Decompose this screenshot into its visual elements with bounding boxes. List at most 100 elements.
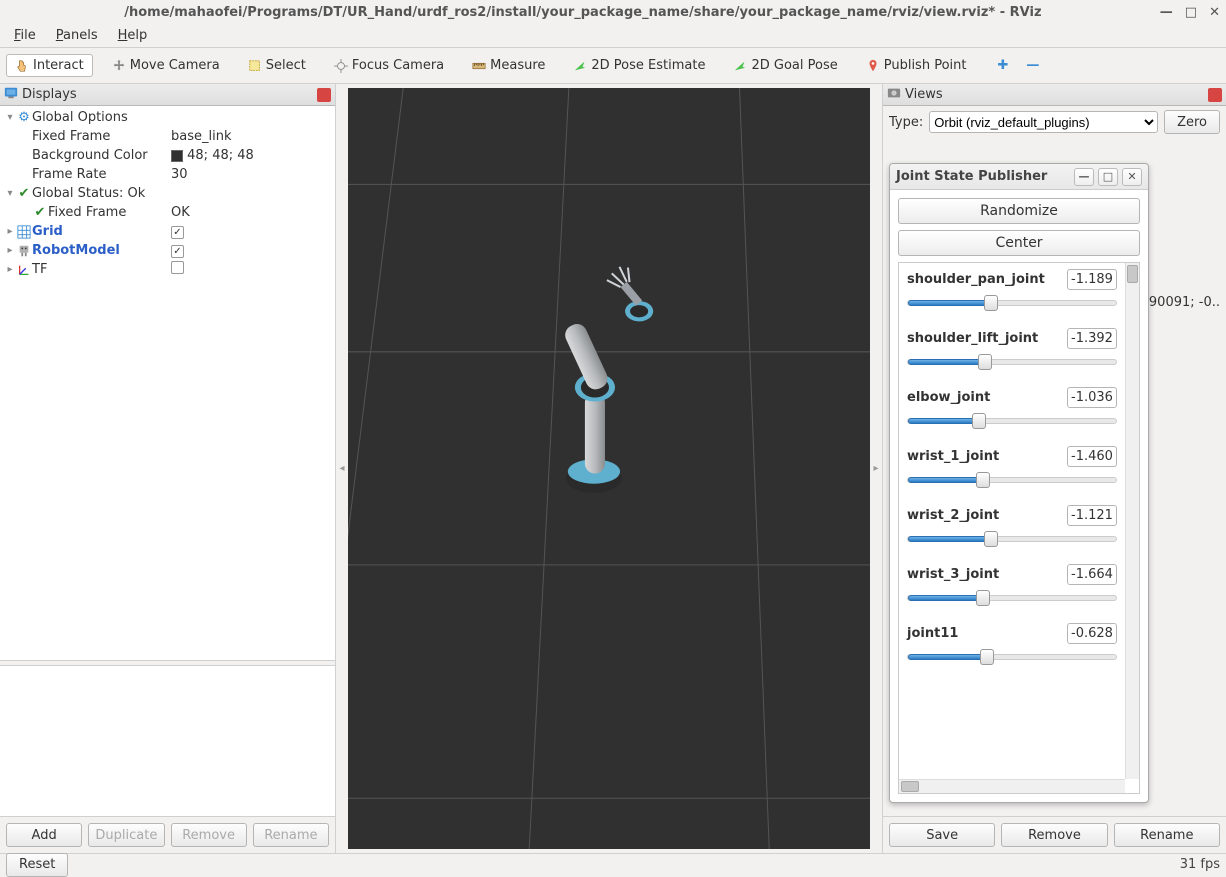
views-type-label: Type: <box>889 115 923 130</box>
menu-file[interactable]: File <box>6 26 44 45</box>
jsp-scrollbar-horizontal[interactable] <box>899 779 1125 793</box>
tree-row-fixed-frame-status[interactable]: ✔ Fixed Frame OK <box>0 203 335 222</box>
tf-axes-icon <box>16 263 32 277</box>
joint-value-input[interactable]: -1.664 <box>1067 564 1117 585</box>
tool-2d-goal-pose[interactable]: 2D Goal Pose <box>724 54 846 77</box>
joint-value-input[interactable]: -0.628 <box>1067 623 1117 644</box>
tree-row-bg-color[interactable]: Background Color 48; 48; 48 <box>0 146 335 165</box>
joint-slider[interactable] <box>907 359 1117 365</box>
reset-button[interactable]: Reset <box>6 853 68 877</box>
menubar: File Panels Help <box>0 24 1226 48</box>
joint-row: wrist_3_joint-1.664 <box>907 564 1117 601</box>
joint-row: elbow_joint-1.036 <box>907 387 1117 424</box>
map-pin-icon <box>866 59 880 73</box>
tree-row-grid[interactable]: ▸ Grid ✓ <box>0 222 335 241</box>
tool-2d-pose-estimate[interactable]: 2D Pose Estimate <box>564 54 714 77</box>
jsp-maximize-icon[interactable]: □ <box>1098 168 1118 186</box>
tf-checkbox[interactable] <box>171 261 184 274</box>
joint-slider[interactable] <box>907 595 1117 601</box>
tool-interact-label: Interact <box>33 58 84 73</box>
joint-value-input[interactable]: -1.121 <box>1067 505 1117 526</box>
joint-row: shoulder_pan_joint-1.189 <box>907 269 1117 306</box>
displays-panel-header[interactable]: Displays <box>0 84 335 106</box>
menu-panels[interactable]: Panels <box>48 26 106 45</box>
jsp-sliders-area: shoulder_pan_joint-1.189 shoulder_lift_jo… <box>898 262 1140 794</box>
select-icon <box>248 59 262 73</box>
tree-row-global-status[interactable]: ▾ ✔ Global Status: Ok <box>0 184 335 203</box>
joint-name: wrist_2_joint <box>907 508 999 523</box>
joint-row: joint11 -0.628 <box>907 623 1117 660</box>
grid-checkbox[interactable]: ✓ <box>171 226 184 239</box>
tool-publish-point[interactable]: Publish Point <box>857 54 976 77</box>
add-button[interactable]: Add <box>6 823 82 847</box>
tree-row-tf[interactable]: ▸ TF <box>0 260 335 279</box>
joint-state-publisher-window[interactable]: Joint State Publisher — □ ✕ Randomize Ce… <box>889 163 1149 803</box>
views-close-icon[interactable] <box>1208 88 1222 102</box>
tool-select-label: Select <box>266 58 306 73</box>
jsp-close-icon[interactable]: ✕ <box>1122 168 1142 186</box>
jsp-minimize-icon[interactable]: — <box>1074 168 1094 186</box>
duplicate-button[interactable]: Duplicate <box>88 823 164 847</box>
tool-measure-label: Measure <box>490 58 545 73</box>
views-zero-button[interactable]: Zero <box>1164 110 1220 134</box>
robotmodel-checkbox[interactable]: ✓ <box>171 245 184 258</box>
window-minimize-icon[interactable]: — <box>1160 5 1173 20</box>
tool-move-camera[interactable]: Move Camera <box>103 54 229 77</box>
joint-value-input[interactable]: -1.189 <box>1067 269 1117 290</box>
grid-icon <box>16 225 32 239</box>
tool-publish-point-label: Publish Point <box>884 58 967 73</box>
tool-select[interactable]: Select <box>239 54 315 77</box>
toolbar: Interact Move Camera Select Focus Camera… <box>0 48 1226 84</box>
3d-viewport[interactable] <box>348 88 870 849</box>
tree-row-global-options[interactable]: ▾ ⚙ Global Options <box>0 108 335 127</box>
window-close-icon[interactable]: ✕ <box>1209 5 1220 20</box>
views-type-select[interactable]: Orbit (rviz_default_plugins) <box>929 111 1158 133</box>
remove-button[interactable]: Remove <box>171 823 247 847</box>
ruler-icon <box>472 59 486 73</box>
check-icon: ✔ <box>16 186 32 201</box>
move-icon <box>112 59 126 73</box>
views-rename-button[interactable]: Rename <box>1114 823 1220 847</box>
robot-icon <box>16 244 32 258</box>
tool-measure[interactable]: Measure <box>463 54 554 77</box>
displays-panel-title: Displays <box>22 87 77 102</box>
minus-icon[interactable]: — <box>1026 58 1039 73</box>
displays-close-icon[interactable] <box>317 88 331 102</box>
gear-icon: ⚙ <box>16 110 32 125</box>
displays-tree[interactable]: ▾ ⚙ Global Options Fixed Frame base_link… <box>0 106 335 660</box>
joint-value-input[interactable]: -1.460 <box>1067 446 1117 467</box>
tool-interact[interactable]: Interact <box>6 54 93 77</box>
joint-value-input[interactable]: -1.392 <box>1067 328 1117 349</box>
joint-slider[interactable] <box>907 418 1117 424</box>
tree-row-frame-rate[interactable]: Frame Rate 30 <box>0 165 335 184</box>
displays-description <box>0 666 335 816</box>
jsp-center-button[interactable]: Center <box>898 230 1140 256</box>
tool-2d-goal-pose-label: 2D Goal Pose <box>751 58 837 73</box>
jsp-randomize-button[interactable]: Randomize <box>898 198 1140 224</box>
joint-slider[interactable] <box>907 654 1117 660</box>
jsp-titlebar[interactable]: Joint State Publisher — □ ✕ <box>890 164 1148 190</box>
joint-slider[interactable] <box>907 300 1117 306</box>
jsp-scrollbar-vertical[interactable] <box>1125 263 1139 779</box>
joint-slider[interactable] <box>907 536 1117 542</box>
collapse-right-icon[interactable]: ▸ <box>870 84 882 853</box>
collapse-left-icon[interactable]: ◂ <box>336 84 348 853</box>
joint-slider[interactable] <box>907 477 1117 483</box>
tree-row-robotmodel[interactable]: ▸ RobotModel ✓ <box>0 241 335 260</box>
menu-help[interactable]: Help <box>110 26 156 45</box>
tree-row-fixed-frame[interactable]: Fixed Frame base_link <box>0 127 335 146</box>
hand-pointer-icon <box>15 59 29 73</box>
rename-button[interactable]: Rename <box>253 823 329 847</box>
joint-name: wrist_1_joint <box>907 449 999 464</box>
views-panel-header[interactable]: Views <box>883 84 1226 106</box>
joint-name: joint11 <box>907 626 958 641</box>
window-maximize-icon[interactable]: □ <box>1185 5 1197 20</box>
tool-focus-camera[interactable]: Focus Camera <box>325 54 453 77</box>
joint-value-input[interactable]: -1.036 <box>1067 387 1117 408</box>
jsp-title-text: Joint State Publisher <box>896 169 1070 184</box>
views-remove-button[interactable]: Remove <box>1001 823 1107 847</box>
plus-icon[interactable]: ✚ <box>997 58 1008 73</box>
color-swatch <box>171 150 183 162</box>
views-save-button[interactable]: Save <box>889 823 995 847</box>
joint-name: shoulder_lift_joint <box>907 331 1038 346</box>
